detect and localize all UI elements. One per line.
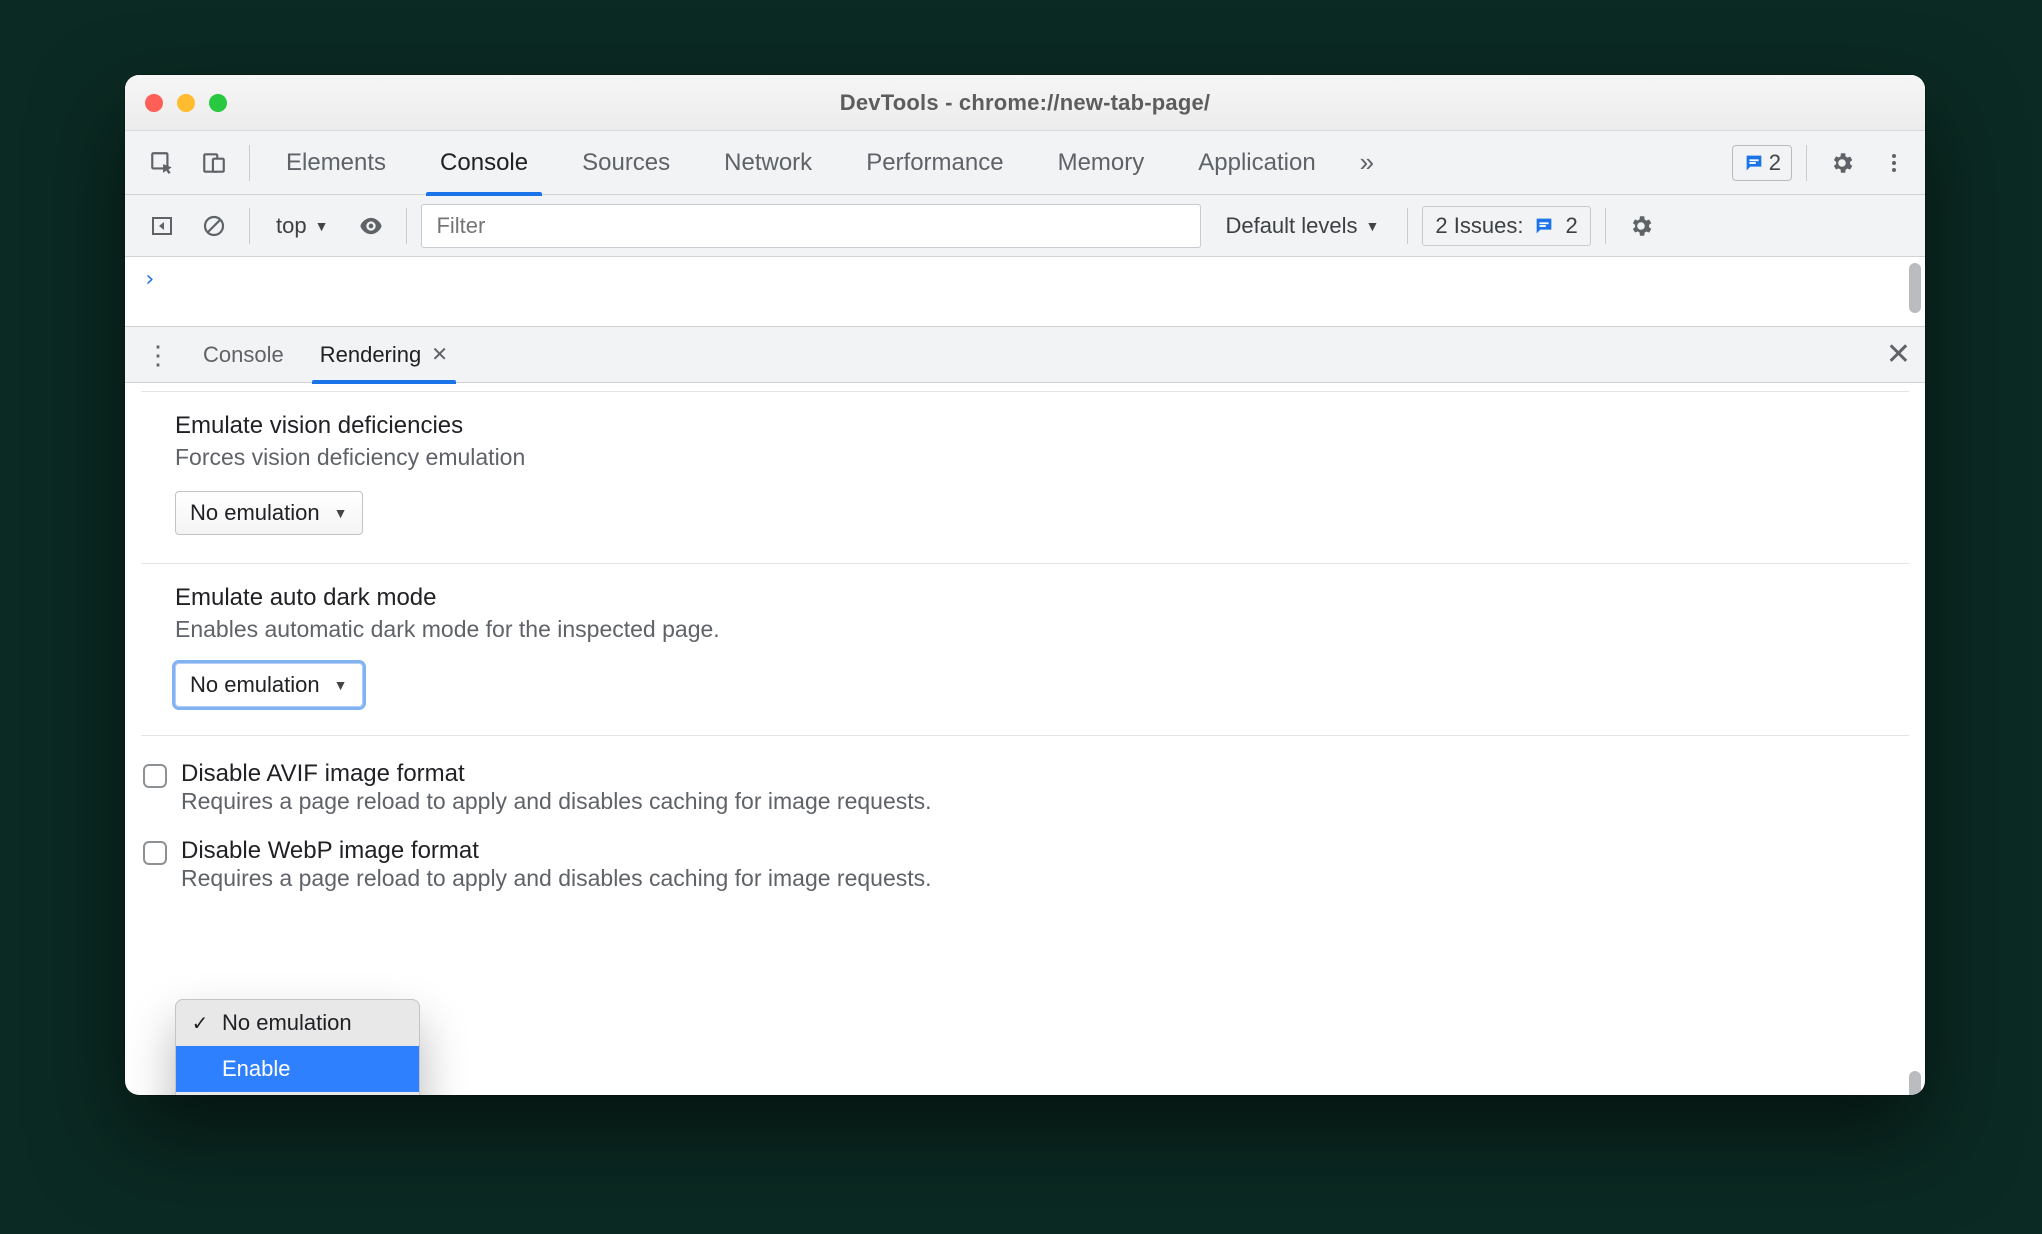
issues-count: 2 xyxy=(1565,213,1577,239)
clear-console-icon[interactable] xyxy=(193,205,235,247)
section-desc: Forces vision deficiency emulation xyxy=(175,444,1875,471)
rendering-pane: Emulate vision deficiencies Forces visio… xyxy=(125,385,1925,1095)
filter-input[interactable] xyxy=(421,204,1201,248)
divider xyxy=(249,145,250,181)
auto-dark-mode-select[interactable]: No emulation ▼ xyxy=(175,663,363,707)
console-settings-icon[interactable] xyxy=(1620,205,1662,247)
row-disable-avif: Disable AVIF image format Requires a pag… xyxy=(125,752,1925,815)
minimize-window-button[interactable] xyxy=(177,94,195,112)
chat-icon xyxy=(1533,215,1555,237)
more-icon[interactable] xyxy=(1873,142,1915,184)
tab-sources[interactable]: Sources xyxy=(560,131,692,195)
drawer-tab-rendering[interactable]: Rendering ✕ xyxy=(306,327,462,383)
option-label: No emulation xyxy=(222,1010,352,1036)
issues-button[interactable]: 2 Issues: 2 xyxy=(1422,206,1590,246)
drawer-more-icon[interactable]: ⋮ xyxy=(135,342,181,368)
divider xyxy=(1407,208,1408,244)
more-tabs-icon[interactable]: » xyxy=(1348,147,1386,178)
vision-deficiency-select[interactable]: No emulation ▼ xyxy=(175,491,363,535)
checkbox-desc: Requires a page reload to apply and disa… xyxy=(181,788,932,815)
tab-label: Performance xyxy=(866,149,1003,177)
device-toolbar-icon[interactable] xyxy=(193,142,235,184)
inspect-element-icon[interactable] xyxy=(141,142,183,184)
section-title: Emulate auto dark mode xyxy=(175,584,1875,612)
console-prompt: › xyxy=(143,267,156,292)
scrollbar-thumb[interactable] xyxy=(1909,1071,1921,1095)
divider xyxy=(1806,145,1807,181)
section-desc: Enables automatic dark mode for the insp… xyxy=(175,616,1875,643)
main-tabs: Elements Console Sources Network Perform… xyxy=(125,131,1925,195)
console-toolbar: top ▼ Default levels ▼ 2 Issues: 2 xyxy=(125,195,1925,257)
console-output[interactable]: › xyxy=(125,257,1925,327)
settings-icon[interactable] xyxy=(1821,142,1863,184)
tab-performance[interactable]: Performance xyxy=(844,131,1025,195)
checkbox-disable-avif[interactable] xyxy=(143,764,167,788)
window-controls xyxy=(125,94,227,112)
checkbox-disable-webp[interactable] xyxy=(143,841,167,865)
auto-dark-mode-dropdown: ✓ No emulation Enable Disable xyxy=(175,999,420,1095)
tab-application[interactable]: Application xyxy=(1176,131,1337,195)
tab-elements[interactable]: Elements xyxy=(264,131,408,195)
log-levels-selector[interactable]: Default levels ▼ xyxy=(1211,213,1393,239)
issues-label: 2 Issues: xyxy=(1435,213,1523,239)
tab-label: Elements xyxy=(286,149,386,177)
option-no-emulation[interactable]: ✓ No emulation xyxy=(176,1000,419,1046)
console-messages-badge[interactable]: 2 xyxy=(1732,145,1792,181)
option-label: Enable xyxy=(222,1056,291,1082)
divider xyxy=(406,208,407,244)
chat-icon xyxy=(1743,152,1765,174)
checkbox-desc: Requires a page reload to apply and disa… xyxy=(181,865,932,892)
tab-memory[interactable]: Memory xyxy=(1036,131,1167,195)
drawer-tabs: ⋮ Console Rendering ✕ ✕ xyxy=(125,327,1925,383)
select-value: No emulation xyxy=(190,672,320,698)
section-title: Emulate vision deficiencies xyxy=(175,412,1875,440)
close-icon[interactable]: ✕ xyxy=(431,342,448,367)
option-enable[interactable]: Enable xyxy=(176,1046,419,1092)
context-label: top xyxy=(276,213,307,239)
messages-count: 2 xyxy=(1769,150,1781,176)
divider xyxy=(249,208,250,244)
titlebar: DevTools - chrome://new-tab-page/ xyxy=(125,75,1925,131)
close-window-button[interactable] xyxy=(145,94,163,112)
checkbox-title: Disable AVIF image format xyxy=(181,760,932,788)
divider xyxy=(1605,208,1606,244)
live-expression-icon[interactable] xyxy=(350,205,392,247)
context-selector[interactable]: top ▼ xyxy=(264,209,340,243)
tab-label: Memory xyxy=(1058,149,1145,177)
option-disable[interactable]: Disable xyxy=(176,1092,419,1095)
checkbox-title: Disable WebP image format xyxy=(181,837,932,865)
chevron-down-icon: ▼ xyxy=(315,218,329,234)
scrollbar-thumb[interactable] xyxy=(1909,263,1921,313)
zoom-window-button[interactable] xyxy=(209,94,227,112)
chevron-down-icon: ▼ xyxy=(1366,218,1380,234)
check-icon: ✓ xyxy=(190,1011,210,1036)
sidebar-toggle-icon[interactable] xyxy=(141,205,183,247)
tab-label: Sources xyxy=(582,149,670,177)
tab-console[interactable]: Console xyxy=(418,131,550,195)
divider xyxy=(141,735,1909,736)
chevron-down-icon: ▼ xyxy=(334,505,348,521)
close-drawer-icon[interactable]: ✕ xyxy=(1886,337,1911,372)
tab-label: Application xyxy=(1198,149,1315,177)
tab-label: Console xyxy=(440,149,528,177)
row-disable-webp: Disable WebP image format Requires a pag… xyxy=(125,829,1925,892)
section-auto-dark-mode: Emulate auto dark mode Enables automatic… xyxy=(125,564,1925,735)
select-value: No emulation xyxy=(190,500,320,526)
drawer-tab-console[interactable]: Console xyxy=(189,327,298,383)
drawer-tab-label: Console xyxy=(203,342,284,368)
window-title: DevTools - chrome://new-tab-page/ xyxy=(125,75,1925,130)
section-vision-deficiencies: Emulate vision deficiencies Forces visio… xyxy=(125,392,1925,563)
tab-label: Network xyxy=(724,149,812,177)
tab-network[interactable]: Network xyxy=(702,131,834,195)
levels-label: Default levels xyxy=(1225,213,1357,239)
chevron-down-icon: ▼ xyxy=(334,677,348,693)
devtools-window: DevTools - chrome://new-tab-page/ Elemen… xyxy=(125,75,1925,1095)
drawer-tab-label: Rendering xyxy=(320,342,422,368)
